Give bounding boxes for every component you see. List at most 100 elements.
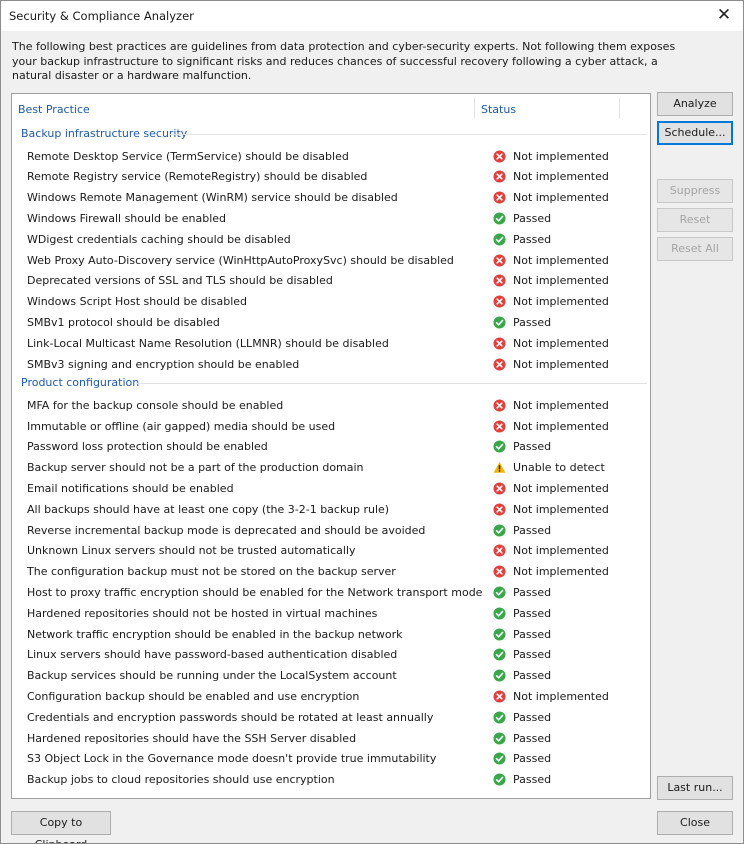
- best-practice-label: Remote Desktop Service (TermService) sho…: [27, 149, 349, 163]
- copy-to-clipboard-button[interactable]: Copy to Clipboard: [11, 811, 111, 843]
- best-practices-list[interactable]: Best Practice Status Backup infrastructu…: [11, 93, 651, 799]
- status-text: Not implemented: [513, 482, 609, 495]
- best-practice-label: Windows Firewall should be enabled: [27, 211, 227, 225]
- status-text: Passed: [513, 669, 552, 683]
- group-title: Product configuration: [21, 376, 140, 390]
- reset-all-button[interactable]: Reset All: [657, 237, 733, 261]
- close-icon[interactable]: ✕: [713, 4, 735, 26]
- title-bar: Security & Compliance Analyzer ✕: [1, 1, 743, 31]
- column-divider[interactable]: [474, 98, 475, 119]
- list-item[interactable]: The configuration backup must not be sto…: [12, 562, 650, 583]
- list-item[interactable]: Email notifications should be enabled Not…: [12, 479, 650, 500]
- status-text: Passed: [513, 627, 552, 641]
- error-circle-x-icon: [493, 544, 506, 557]
- list-item[interactable]: Linux servers should have password-based…: [12, 645, 650, 666]
- list-item[interactable]: Password loss protection should be enabl…: [12, 437, 650, 458]
- status-text: Passed: [513, 606, 552, 620]
- error-circle-x-icon: [493, 274, 506, 287]
- status-text: Passed: [513, 232, 552, 246]
- status-text: Not implemented: [513, 398, 609, 412]
- analyze-button[interactable]: Analyze: [657, 92, 733, 116]
- best-practice-label: Immutable or offline (air gapped) media …: [27, 419, 336, 433]
- check-circle-icon: [493, 440, 506, 453]
- error-circle-x-icon: [493, 420, 506, 433]
- list-item[interactable]: Remote Registry service (RemoteRegistry)…: [12, 167, 650, 188]
- best-practice-label: Hardened repositories should have the SS…: [27, 731, 357, 745]
- list-item[interactable]: Unknown Linux servers should not be trus…: [12, 541, 650, 562]
- list-item[interactable]: S3 Object Lock in the Governance mode do…: [12, 749, 650, 770]
- best-practice-label: WDigest credentials caching should be di…: [27, 232, 291, 246]
- column-header-best-practice[interactable]: Best Practice: [18, 103, 90, 116]
- check-circle-icon: [493, 711, 506, 724]
- list-item[interactable]: Host to proxy traffic encryption should …: [12, 583, 650, 604]
- error-circle-x-icon: [493, 690, 506, 703]
- list-item[interactable]: Network traffic encryption should be ena…: [12, 625, 650, 646]
- best-practice-label: MFA for the backup console should be ena…: [27, 398, 284, 412]
- check-circle-icon: [493, 524, 506, 537]
- best-practice-label: Host to proxy traffic encryption should …: [27, 586, 483, 599]
- list-item[interactable]: Hardened repositories should not be host…: [12, 604, 650, 625]
- status-text: Not implemented: [513, 502, 609, 516]
- status-text: Not implemented: [513, 690, 609, 703]
- error-circle-x-icon: [493, 149, 506, 163]
- list-item[interactable]: Remote Desktop Service (TermService) sho…: [12, 147, 650, 168]
- best-practice-label: Remote Registry service (RemoteRegistry)…: [27, 170, 368, 184]
- best-practice-label: Web Proxy Auto-Discovery service (WinHtt…: [27, 253, 454, 267]
- suppress-button[interactable]: Suppress: [657, 179, 733, 203]
- best-practice-label: All backups should have at least one cop…: [27, 502, 390, 516]
- status-text: Passed: [513, 648, 552, 662]
- list-item[interactable]: WDigest credentials caching should be di…: [12, 230, 650, 251]
- list-item[interactable]: Web Proxy Auto-Discovery service (WinHtt…: [12, 251, 650, 272]
- status-text: Unable to detect: [513, 461, 605, 475]
- error-circle-x-icon: [493, 482, 506, 495]
- best-practice-label: SMBv1 protocol should be disabled: [27, 315, 220, 329]
- column-headers: Best Practice Status: [12, 94, 650, 121]
- list-item[interactable]: All backups should have at least one cop…: [12, 500, 650, 521]
- best-practice-label: Unknown Linux servers should not be trus…: [27, 544, 356, 558]
- status-text: Not implemented: [513, 419, 609, 433]
- best-practice-label: Link-Local Multicast Name Resolution (LL…: [27, 336, 389, 350]
- list-item[interactable]: Backup server should not be a part of th…: [12, 458, 650, 479]
- schedule-button[interactable]: Schedule...: [657, 121, 733, 145]
- list-item[interactable]: SMBv1 protocol should be disabled Passed: [12, 313, 650, 334]
- list-item[interactable]: Reverse incremental backup mode is depre…: [12, 521, 650, 542]
- close-button[interactable]: Close: [657, 811, 733, 835]
- group-divider: [169, 134, 647, 135]
- check-circle-icon: [493, 628, 506, 641]
- last-run-button[interactable]: Last run...: [657, 776, 733, 800]
- check-circle-icon: [493, 233, 506, 246]
- status-text: Not implemented: [513, 544, 609, 558]
- list-item[interactable]: Backup jobs to cloud repositories should…: [12, 770, 650, 791]
- status-text: Passed: [513, 523, 552, 537]
- best-practice-label: Backup server should not be a part of th…: [27, 461, 364, 475]
- status-text: Passed: [513, 440, 552, 454]
- best-practice-label: Credentials and encryption passwords sho…: [27, 710, 434, 724]
- list-item[interactable]: Credentials and encryption passwords sho…: [12, 708, 650, 729]
- best-practice-label: Windows Remote Management (WinRM) servic…: [27, 191, 398, 205]
- best-practice-label: Backup jobs to cloud repositories should…: [27, 773, 335, 787]
- column-header-status[interactable]: Status: [481, 103, 516, 116]
- list-item[interactable]: Backup services should be running under …: [12, 666, 650, 687]
- check-circle-icon: [493, 212, 506, 225]
- best-practice-label: The configuration backup must not be sto…: [27, 565, 396, 579]
- list-item[interactable]: Configuration backup should be enabled a…: [12, 687, 650, 708]
- status-text: Not implemented: [513, 253, 609, 267]
- group-title: Backup infrastructure security: [21, 127, 188, 140]
- reset-button[interactable]: Reset: [657, 208, 733, 232]
- list-item[interactable]: Windows Script Host should be disabled No…: [12, 292, 650, 313]
- error-circle-x-icon: [493, 503, 506, 516]
- list-item[interactable]: Windows Remote Management (WinRM) servic…: [12, 188, 650, 209]
- best-practice-label: Configuration backup should be enabled a…: [27, 690, 360, 703]
- list-item[interactable]: Link-Local Multicast Name Resolution (LL…: [12, 334, 650, 355]
- list-item[interactable]: MFA for the backup console should be ena…: [12, 396, 650, 417]
- group-header[interactable]: Product configuration: [21, 375, 647, 395]
- best-practice-label: Windows Script Host should be disabled: [27, 295, 248, 309]
- list-item[interactable]: Immutable or offline (air gapped) media …: [12, 417, 650, 438]
- list-item[interactable]: Deprecated versions of SSL and TLS shoul…: [12, 271, 650, 292]
- group-header[interactable]: Backup infrastructure security: [21, 126, 647, 146]
- list-item[interactable]: Hardened repositories should have the SS…: [12, 729, 650, 750]
- list-item[interactable]: SMBv3 signing and encryption should be e…: [12, 355, 650, 376]
- column-divider[interactable]: [619, 98, 620, 119]
- status-text: Passed: [513, 731, 552, 745]
- list-item[interactable]: Windows Firewall should be enabled Passed: [12, 209, 650, 230]
